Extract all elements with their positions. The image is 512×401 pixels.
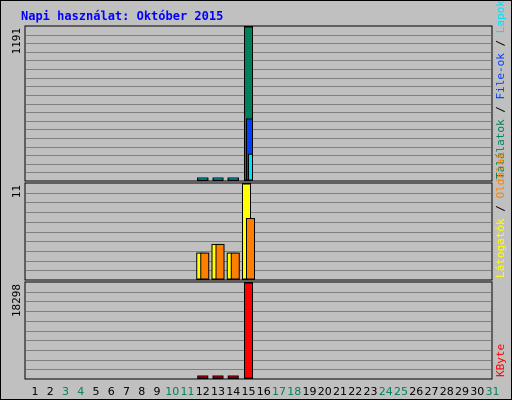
x-tick-label-day-11: 11 — [181, 385, 195, 398]
x-tick-label-day-8: 8 — [138, 385, 145, 398]
x-tick-label-day-26: 26 — [409, 385, 423, 398]
legend-entry: / — [494, 33, 507, 53]
bar-hits-lapok-day-12 — [197, 177, 209, 181]
x-tick-label-day-29: 29 — [455, 385, 469, 398]
panel-visits-legend: Látogatók / Oldalak — [494, 152, 507, 278]
x-tick-label-day-22: 22 — [348, 385, 362, 398]
chart-panels: 1191Találatok / File-ok / Lapok 11 Látogat… — [10, 1, 507, 380]
x-tick-label-day-21: 21 — [333, 385, 347, 398]
panel-kbytes-max-label: 18298 — [10, 284, 23, 317]
legend-entry: File-ok — [494, 53, 507, 100]
x-tick-label-day-30: 30 — [470, 385, 484, 398]
panel-kbytes: 18298 KByte — [10, 281, 507, 380]
x-tick-label-day-14: 14 — [226, 385, 240, 398]
x-tick-label-day-24: 24 — [379, 385, 393, 398]
bar-kbytes-kbyte-day-13 — [212, 375, 224, 379]
legend-entry: Lapok — [494, 1, 507, 33]
x-axis: 1 2 3 4 5 6 7 8 9 10 11 12 13 14 15 16 17 18 19 20 21 22 23 24 2… — [32, 385, 500, 398]
panel-kbytes-legend: KByte — [494, 344, 507, 377]
x-tick-label-day-4: 4 — [77, 385, 84, 398]
daily-usage-chart: Napi használat: Október 2015 1191Találat… — [10, 1, 507, 398]
x-tick-label-day-19: 19 — [303, 385, 317, 398]
bar-kbytes-kbyte-day-14 — [227, 375, 239, 379]
x-tick-label-day-10: 10 — [165, 385, 179, 398]
bar-kbytes-kbyte-day-12 — [197, 375, 209, 379]
x-tick-label-day-20: 20 — [318, 385, 332, 398]
bar-hits-lapok-day-15 — [248, 153, 253, 181]
x-tick-label-day-12: 12 — [196, 385, 210, 398]
legend-entry: / — [494, 100, 507, 120]
x-tick-label-day-2: 2 — [47, 385, 54, 398]
x-tick-label-day-18: 18 — [287, 385, 301, 398]
legend-entry: / — [494, 199, 507, 219]
x-tick-label-day-23: 23 — [364, 385, 378, 398]
bar-visits-oldalak-day-15 — [246, 218, 255, 280]
x-tick-label-day-16: 16 — [257, 385, 271, 398]
legend-entry: Látogatók — [494, 218, 507, 278]
chart-title: Napi használat: Október 2015 — [21, 9, 223, 23]
panel-hits-max-label: 1191 — [10, 28, 23, 55]
x-tick-label-day-6: 6 — [108, 385, 115, 398]
panel-visits-max-label: 11 — [10, 185, 23, 198]
panel-kbytes-plot-area — [24, 281, 493, 380]
x-tick-label-day-28: 28 — [440, 385, 454, 398]
x-tick-label-day-1: 1 — [32, 385, 39, 398]
x-tick-label-day-9: 9 — [154, 385, 161, 398]
x-tick-label-day-15: 15 — [242, 385, 256, 398]
panel-hits: 1191Találatok / File-ok / Lapok — [10, 1, 507, 182]
bar-visits-oldalak-day-14 — [230, 252, 240, 280]
chart-frame: Napi használat: Október 2015 1191 Találat… — [0, 0, 512, 400]
panel-hits-plot-area — [24, 25, 493, 182]
x-tick-label-day-27: 27 — [425, 385, 439, 398]
x-tick-label-day-25: 25 — [394, 385, 408, 398]
x-tick-label-day-7: 7 — [123, 385, 130, 398]
bar-visits-oldalak-day-13 — [215, 243, 225, 280]
legend-entry: Oldalak — [494, 152, 507, 199]
x-tick-label-day-31: 31 — [486, 385, 500, 398]
bar-hits-lapok-day-14 — [227, 177, 239, 181]
bar-hits-lapok-day-13 — [212, 177, 224, 181]
panel-visits-plot-area — [24, 182, 493, 281]
legend-entry: KByte — [494, 344, 507, 377]
x-tick-label-day-13: 13 — [211, 385, 225, 398]
bar-visits-oldalak-day-12 — [200, 252, 210, 280]
x-tick-label-day-5: 5 — [93, 385, 100, 398]
x-tick-label-day-17: 17 — [272, 385, 286, 398]
bar-kbytes-kbyte-day-15 — [244, 282, 253, 379]
x-tick-label-day-3: 3 — [62, 385, 69, 398]
